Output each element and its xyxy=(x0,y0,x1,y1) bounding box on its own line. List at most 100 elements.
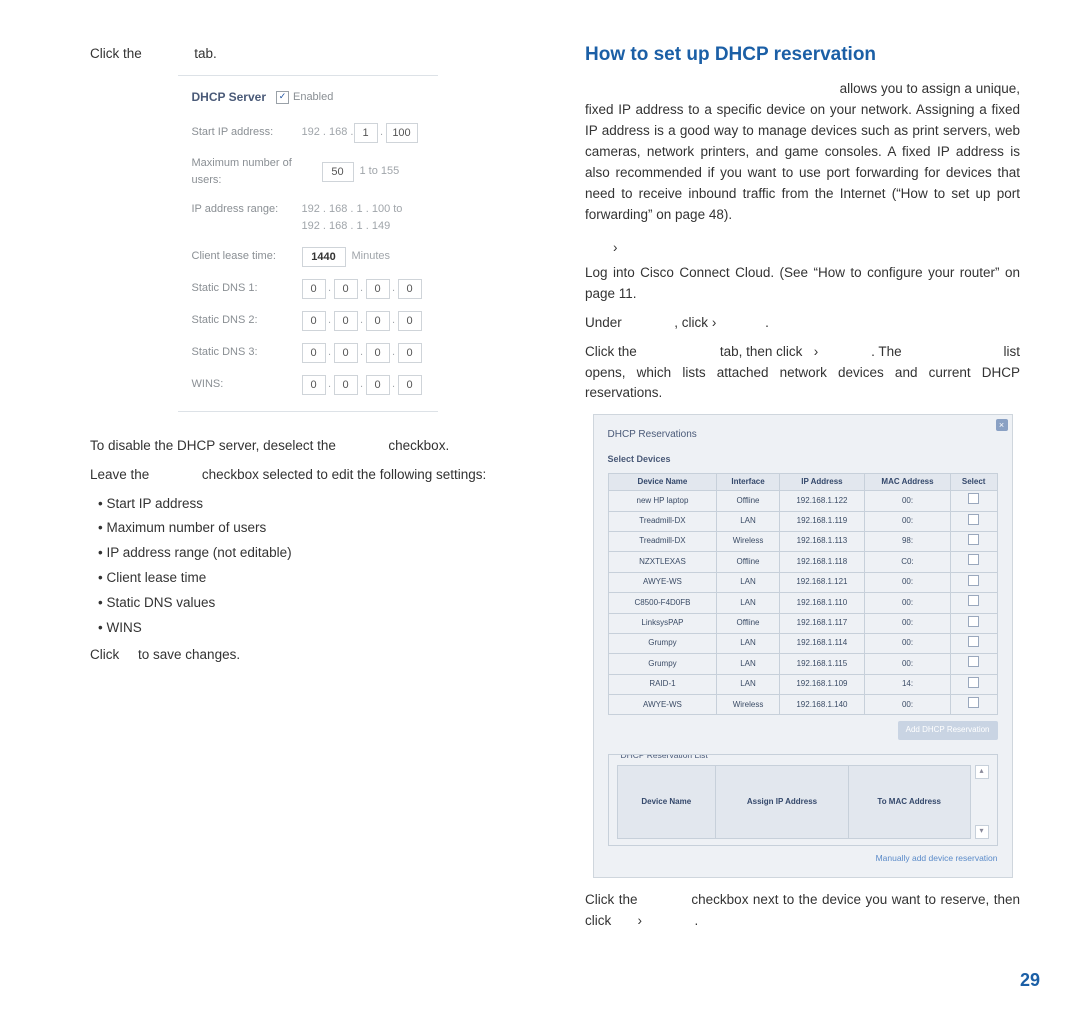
scroll-up-button[interactable]: ▴ xyxy=(975,765,989,779)
step2-line: Under , click › . xyxy=(585,313,1020,334)
start-ip-row: Start IP address: 192 . 168 . 1 . 100 xyxy=(178,117,438,149)
ip-range-line1: 192 . 168 . 1 . 100 to xyxy=(302,201,403,218)
select-checkbox[interactable] xyxy=(968,554,979,565)
click-tab-line: Click the tab. xyxy=(90,44,525,65)
wins-oct2[interactable]: 0 xyxy=(334,375,358,395)
dns2-oct3[interactable]: 0 xyxy=(366,311,390,331)
table-row: RAID-1LAN192.168.1.10914: xyxy=(608,674,997,694)
select-checkbox[interactable] xyxy=(968,493,979,504)
wins-label: WINS: xyxy=(192,376,302,393)
closing-text-b: checkbox next to the device you want to … xyxy=(585,892,1020,928)
table-cell: 00: xyxy=(865,511,951,531)
table-cell: Grumpy xyxy=(608,654,717,674)
select-checkbox[interactable] xyxy=(968,616,979,627)
select-checkbox[interactable] xyxy=(968,575,979,586)
dns3-row: Static DNS 3: 0. 0. 0. 0 xyxy=(178,337,438,369)
left-column: Click the tab. DHCP Server ✓ Enabled Sta… xyxy=(30,40,525,940)
select-checkbox[interactable] xyxy=(968,677,979,688)
lease-input[interactable]: 1440 xyxy=(302,247,346,267)
dns2-oct1[interactable]: 0 xyxy=(302,311,326,331)
table-cell: 00: xyxy=(865,695,951,715)
bullet-start-ip: Start IP address xyxy=(98,494,525,515)
table-cell: LAN xyxy=(717,654,779,674)
col-device-name: Device Name xyxy=(608,473,717,490)
table-cell: 00: xyxy=(865,593,951,613)
table-cell: LAN xyxy=(717,674,779,694)
table-cell xyxy=(950,613,997,633)
wins-oct4[interactable]: 0 xyxy=(398,375,422,395)
col2-to-mac: To MAC Address xyxy=(848,765,970,838)
dns1-oct2[interactable]: 0 xyxy=(334,279,358,299)
dns1-oct4[interactable]: 0 xyxy=(398,279,422,299)
col-mac: MAC Address xyxy=(865,473,951,490)
dns2-oct2[interactable]: 0 xyxy=(334,311,358,331)
select-checkbox[interactable] xyxy=(968,534,979,545)
select-checkbox[interactable] xyxy=(968,636,979,647)
closing-line: Click the checkbox next to the device yo… xyxy=(585,890,1020,932)
wins-oct1[interactable]: 0 xyxy=(302,375,326,395)
start-ip-oct4[interactable]: 100 xyxy=(386,123,418,143)
table-cell: 192.168.1.119 xyxy=(779,511,865,531)
select-checkbox[interactable] xyxy=(968,595,979,606)
manual-add-link[interactable]: Manually add device reservation xyxy=(608,852,998,865)
dns1-oct3[interactable]: 0 xyxy=(366,279,390,299)
chevron-right-icon: › xyxy=(814,344,819,359)
table-cell: 192.168.1.122 xyxy=(779,491,865,511)
bullet-wins: WINS xyxy=(98,618,525,639)
wins-row: WINS: 0. 0. 0. 0 xyxy=(178,369,438,401)
dns3-oct4[interactable]: 0 xyxy=(398,343,422,363)
select-checkbox[interactable] xyxy=(968,697,979,708)
table-cell: Wireless xyxy=(717,531,779,551)
table-cell: LinksysPAP xyxy=(608,613,717,633)
step2-text-d: . xyxy=(765,315,769,330)
ip-range-value: 192 . 168 . 1 . 100 to 192 . 168 . 1 . 1… xyxy=(302,201,403,235)
table-cell: C8500-F4D0FB xyxy=(608,593,717,613)
start-ip-prefix: 192 . 168 . xyxy=(302,124,354,141)
table-cell: 192.168.1.117 xyxy=(779,613,865,633)
dns3-oct3[interactable]: 0 xyxy=(366,343,390,363)
add-dhcp-reservation-button[interactable]: Add DHCP Reservation xyxy=(898,721,998,739)
table-cell xyxy=(950,572,997,592)
dns3-oct1[interactable]: 0 xyxy=(302,343,326,363)
max-users-input[interactable]: 50 xyxy=(322,162,354,182)
dns3-oct2[interactable]: 0 xyxy=(334,343,358,363)
wins-oct3[interactable]: 0 xyxy=(366,375,390,395)
step2-text-a: Under xyxy=(585,315,622,330)
disable-text-b: checkbox. xyxy=(388,438,449,453)
enabled-checkbox[interactable]: ✓ xyxy=(276,91,289,104)
table-cell xyxy=(950,552,997,572)
scroll-down-button[interactable]: ▾ xyxy=(975,825,989,839)
dns2-row: Static DNS 2: 0. 0. 0. 0 xyxy=(178,305,438,337)
enabled-label: Enabled xyxy=(293,89,333,106)
table-cell: 00: xyxy=(865,633,951,653)
dns1-oct1[interactable]: 0 xyxy=(302,279,326,299)
right-column: How to set up DHCP reservation allows yo… xyxy=(585,40,1050,940)
ip-range-row: IP address range: 192 . 168 . 1 . 100 to… xyxy=(178,195,438,241)
leave-text-b: checkbox selected to edit the following … xyxy=(202,467,486,482)
select-checkbox[interactable] xyxy=(968,656,979,667)
dhcp-panel-header: DHCP Server ✓ Enabled xyxy=(178,86,438,117)
table-row: GrumpyLAN192.168.1.11400: xyxy=(608,633,997,653)
select-checkbox[interactable] xyxy=(968,514,979,525)
select-devices-table: Device Name Interface IP Address MAC Add… xyxy=(608,473,998,716)
page-body: Click the tab. DHCP Server ✓ Enabled Sta… xyxy=(0,0,1080,970)
table-cell: Wireless xyxy=(717,695,779,715)
start-ip-oct3[interactable]: 1 xyxy=(354,123,378,143)
ip-range-label: IP address range: xyxy=(192,201,302,218)
disable-text-a: To disable the DHCP server, deselect the xyxy=(90,438,336,453)
table-cell: 98: xyxy=(865,531,951,551)
section-heading: How to set up DHCP reservation xyxy=(585,40,1020,69)
chevron-right-icon: › xyxy=(613,240,618,255)
dns1-label: Static DNS 1: xyxy=(192,280,302,297)
lease-suffix: Minutes xyxy=(352,248,391,265)
table-cell: LAN xyxy=(717,572,779,592)
table-cell: 00: xyxy=(865,491,951,511)
dns2-oct4[interactable]: 0 xyxy=(398,311,422,331)
table-cell xyxy=(950,674,997,694)
close-icon[interactable]: × xyxy=(996,419,1008,431)
step3-text-a: Click the xyxy=(585,344,637,359)
table-cell: LAN xyxy=(717,633,779,653)
max-users-label: Maximum number of users: xyxy=(192,155,322,189)
settings-bullets: Start IP address Maximum number of users… xyxy=(98,494,525,640)
table-cell: AWYE-WS xyxy=(608,572,717,592)
